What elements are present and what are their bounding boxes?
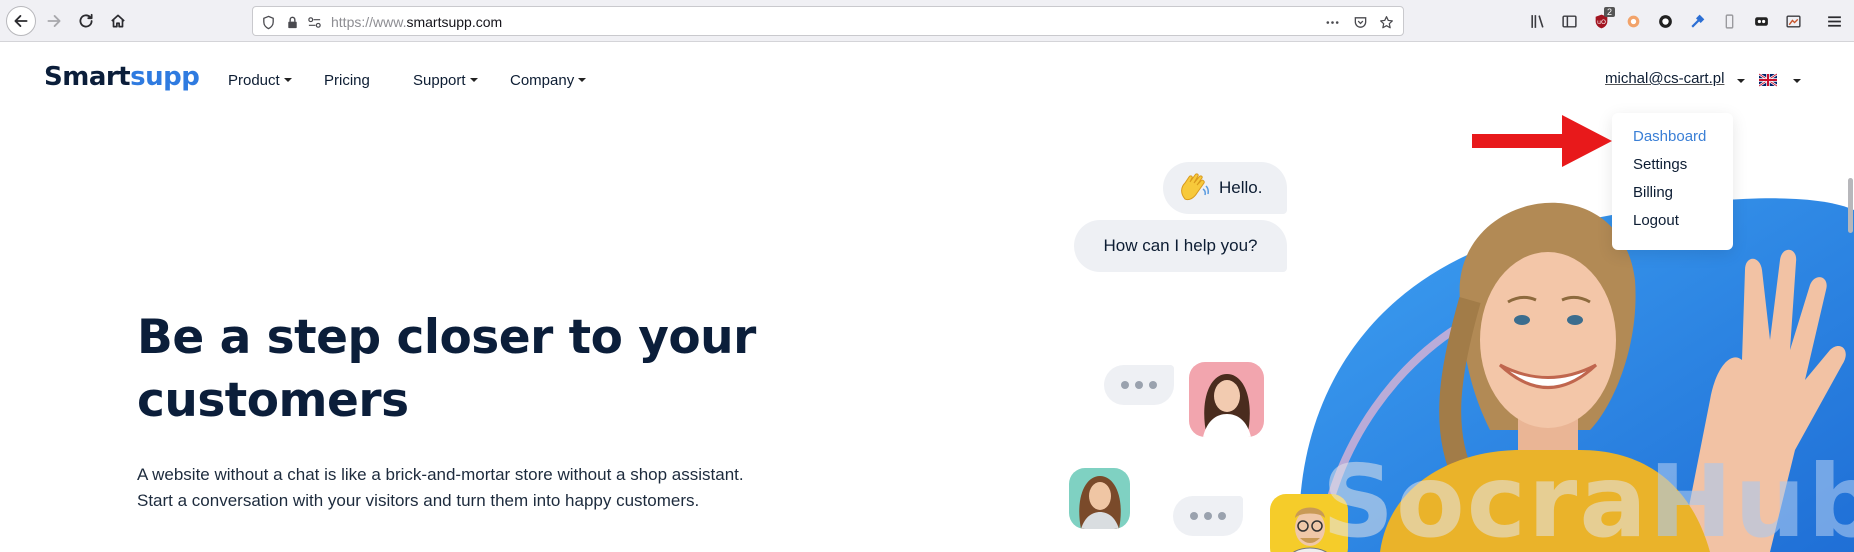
home-icon [111,14,125,28]
nav-company-label: Company [510,72,575,89]
watermark-text-2: Hub [1648,443,1854,552]
chat-hello-text: Hello. [1219,178,1263,197]
back-arrow-icon [14,15,28,27]
device-icon[interactable] [1719,11,1739,31]
url-domain: smartsupp.com [406,14,503,30]
account-menu-toggle[interactable]: michal@cs-cart.pl [1605,70,1724,87]
chevron-down-icon[interactable] [1793,79,1801,83]
chat-bubble-help: How can I help you? [1074,220,1287,272]
socrahub-watermark: SocraHub [1322,443,1854,552]
reload-button[interactable] [72,7,100,35]
typing-indicator [1173,496,1243,536]
chat-help-text: How can I help you? [1103,236,1258,255]
red-arrow-annotation [1472,115,1612,167]
nav-support-label: Support [413,72,466,89]
page-scrollbar[interactable] [1848,178,1853,233]
uk-flag-icon[interactable] [1759,73,1777,87]
pocket-icon[interactable] [1351,13,1369,31]
shield-icon[interactable] [259,13,277,31]
logo-text-smart: Smart [44,62,131,92]
dropdown-item-settings[interactable]: Settings [1633,156,1687,173]
typing-indicator [1104,365,1174,405]
avatar [1189,362,1264,437]
dropdown-item-dashboard[interactable]: Dashboard [1633,128,1706,145]
url-text[interactable]: https://www.smartsupp.com [331,14,502,30]
url-prefix: https://www. [331,14,407,30]
watermark-text-1: Socra [1322,443,1649,552]
eyedropper-icon[interactable] [1687,11,1707,31]
hero-title: Be a step closer to your customers [137,310,756,428]
chevron-down-icon[interactable] [1737,79,1745,83]
logo-text-supp: supp [130,62,200,92]
chevron-down-icon [578,78,587,82]
nav-product-label: Product [228,72,280,89]
url-bar[interactable]: https://www.smartsupp.com [252,6,1404,36]
reload-icon [79,13,93,28]
page-actions-icon[interactable] [1323,13,1341,31]
nav-support[interactable]: Support [413,72,478,89]
nav-company[interactable]: Company [510,72,587,89]
sidebar-icon[interactable] [1559,11,1579,31]
library-icon[interactable] [1527,11,1547,31]
nav-pricing-label: Pricing [324,72,370,89]
chevron-down-icon [469,78,478,82]
browser-toolbar: https://www.smartsupp.com uO 2 [0,0,1854,42]
lock-icon[interactable] [283,13,301,31]
back-button[interactable] [6,6,36,36]
forward-button[interactable] [40,7,68,35]
ublock-badge: 2 [1604,7,1616,17]
permissions-icon[interactable] [305,13,323,31]
dropdown-item-logout[interactable]: Logout [1633,212,1679,229]
extension-icon-1[interactable] [1623,11,1643,31]
waving-hand-icon [1181,173,1209,201]
chat-bubble-hello: Hello. [1163,162,1287,214]
extension-icon-2[interactable] [1655,11,1675,31]
account-dropdown: Dashboard Settings Billing Logout [1612,113,1733,250]
avatar [1069,468,1130,529]
hero-description: A website without a chat is like a brick… [137,465,744,510]
svg-text:uO: uO [1596,18,1605,26]
nav-pricing[interactable]: Pricing [324,72,370,89]
forward-arrow-icon [47,15,61,27]
smartsupp-logo[interactable]: Smartsupp [44,62,200,92]
hamburger-menu-icon[interactable] [1824,11,1844,31]
home-button[interactable] [104,7,132,35]
extension-icon-3[interactable] [1751,11,1771,31]
dropdown-item-billing[interactable]: Billing [1633,184,1673,201]
bookmark-star-icon[interactable] [1377,13,1395,31]
extension-icon-4[interactable] [1783,11,1803,31]
nav-product[interactable]: Product [228,72,292,89]
chevron-down-icon [283,78,292,82]
